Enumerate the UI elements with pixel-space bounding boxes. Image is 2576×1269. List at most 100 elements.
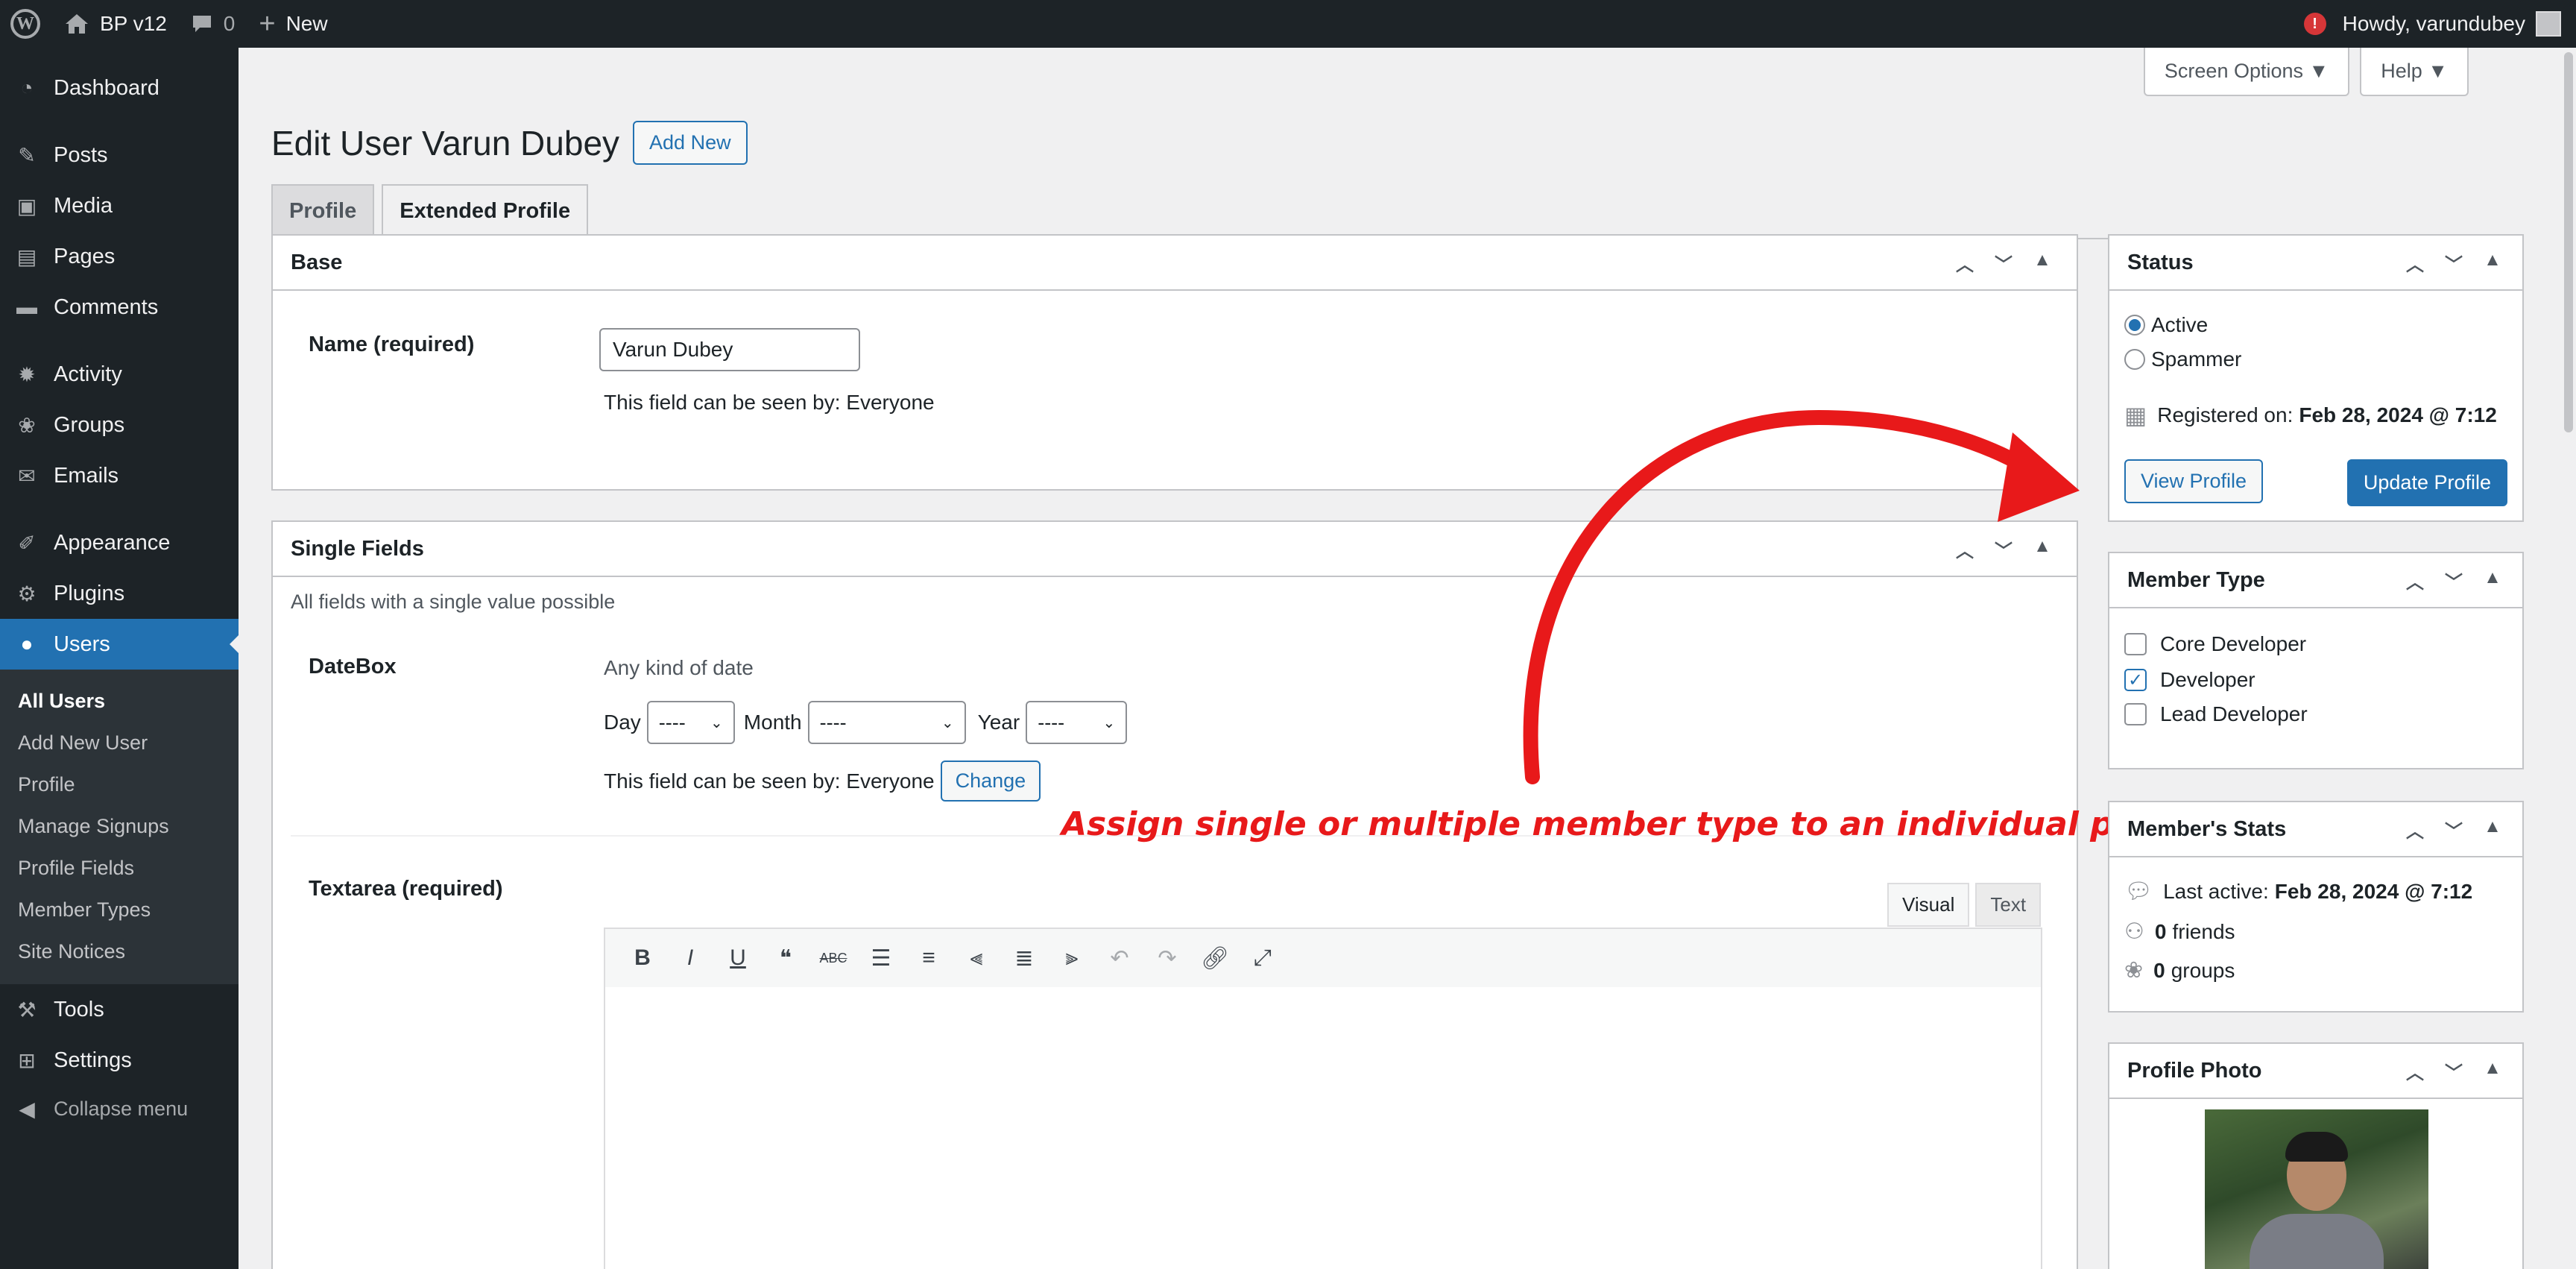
align-left-icon[interactable]: ⫷ <box>953 934 1000 982</box>
site-name: BP v12 <box>100 12 167 35</box>
move-down-icon[interactable]: ﹀ <box>2434 567 2473 593</box>
submenu-member-types[interactable]: Member Types <box>0 889 239 931</box>
menu-label: Activity <box>54 362 122 386</box>
update-profile-button[interactable]: Update Profile <box>2346 459 2507 506</box>
tab-text[interactable]: Text <box>1975 883 2042 927</box>
undo-icon[interactable]: ↶ <box>1096 934 1143 982</box>
menu-posts[interactable]: ✎ Posts <box>0 130 239 180</box>
strikethrough-icon[interactable]: ABC <box>809 934 857 982</box>
member-stats-postbox: Member's Stats ︿ ﹀ ▲ 💬︎ Last active: Feb 2… <box>2108 801 2524 1013</box>
textarea-editor[interactable] <box>604 987 2042 1269</box>
view-profile-button[interactable]: View Profile <box>2124 459 2264 503</box>
fullscreen-icon[interactable]: ⤢ <box>1239 934 1287 982</box>
link-icon[interactable]: 🔗︎ <box>1191 934 1239 982</box>
italic-icon[interactable]: I <box>666 934 714 982</box>
profile-tabs: Profile Extended Profile <box>271 184 2522 239</box>
menu-comments[interactable]: ▬ Comments <box>0 282 239 333</box>
menu-label: Comments <box>54 295 159 319</box>
move-down-icon[interactable]: ﹀ <box>2434 816 2473 843</box>
submenu-all-users[interactable]: All Users <box>0 680 239 722</box>
menu-dashboard[interactable]: ◔ Dashboard <box>0 63 239 113</box>
numbered-list-icon[interactable]: ≡ <box>905 934 953 982</box>
spammer-radio[interactable] <box>2124 349 2145 370</box>
move-up-icon[interactable]: ︿ <box>2396 816 2434 843</box>
move-down-icon[interactable]: ﹀ <box>2434 1058 2473 1084</box>
site-name-link[interactable]: BP v12 <box>52 0 179 48</box>
comment-icon: ▬ <box>16 295 37 318</box>
year-select[interactable]: ---- ⌄ <box>1026 701 1128 744</box>
new-content-link[interactable]: + New <box>247 0 339 48</box>
toggle-panel-icon[interactable]: ▲ <box>2473 1058 2512 1084</box>
profile-photo-postbox: Profile Photo ︿ ﹀ ▲ <box>2108 1042 2524 1269</box>
spammer-label: Spammer <box>2151 347 2242 371</box>
submenu-profile-fields[interactable]: Profile Fields <box>0 847 239 889</box>
bold-icon[interactable]: B <box>619 934 666 982</box>
move-up-icon[interactable]: ︿ <box>2396 567 2434 593</box>
move-up-icon[interactable]: ︿ <box>2396 250 2434 276</box>
member-type-option[interactable]: Core Developer <box>2124 632 2306 656</box>
member-type-option[interactable]: ✓ Developer <box>2124 668 2255 692</box>
status-active-option[interactable]: Active <box>2124 313 2208 337</box>
toggle-panel-icon[interactable]: ▲ <box>2473 567 2512 593</box>
move-down-icon[interactable]: ﹀ <box>2434 250 2473 276</box>
toggle-panel-icon[interactable]: ▲ <box>2473 816 2512 843</box>
active-radio[interactable] <box>2124 315 2145 336</box>
datebox-label: DateBox <box>309 655 397 678</box>
screen-options-button[interactable]: Screen Options ▼ <box>2143 48 2350 96</box>
menu-tools[interactable]: ⚒ Tools <box>0 984 239 1035</box>
submenu-manage-signups[interactable]: Manage Signups <box>0 805 239 847</box>
new-label: New <box>285 12 328 35</box>
annotation-text: Assign single or multiple member type to… <box>1061 805 2224 843</box>
datebox-description: Any kind of date <box>604 656 754 679</box>
submenu-profile[interactable]: Profile <box>0 763 239 805</box>
align-center-icon[interactable]: ≣ <box>1000 934 1048 982</box>
day-select[interactable]: ---- ⌄ <box>646 701 735 744</box>
menu-settings[interactable]: ⊞ Settings <box>0 1035 239 1086</box>
change-visibility-button[interactable]: Change <box>940 761 1041 802</box>
scrollbar-thumb[interactable] <box>2564 52 2573 432</box>
menu-activity[interactable]: ✹ Activity <box>0 349 239 400</box>
calendar-icon: ▦ <box>2124 402 2147 429</box>
submenu-site-notices[interactable]: Site Notices <box>0 931 239 972</box>
menu-appearance[interactable]: ✐ Appearance <box>0 517 239 568</box>
help-button[interactable]: Help ▼ <box>2360 48 2469 96</box>
menu-plugins[interactable]: ⚙ Plugins <box>0 568 239 619</box>
bullet-list-icon[interactable]: ☰ <box>857 934 905 982</box>
redo-icon[interactable]: ↷ <box>1143 934 1191 982</box>
menu-emails[interactable]: ✉ Emails <box>0 450 239 501</box>
scrollbar[interactable] <box>2561 48 2576 1269</box>
tab-profile[interactable]: Profile <box>271 184 375 238</box>
blockquote-icon[interactable]: ❝ <box>762 934 809 982</box>
menu-groups[interactable]: ❀ Groups <box>0 400 239 450</box>
user-icon: ● <box>20 632 34 655</box>
month-select[interactable]: ---- ⌄ <box>807 701 966 744</box>
underline-icon[interactable]: U <box>714 934 762 982</box>
postbox-header: Profile Photo ︿ ﹀ ▲ <box>2109 1044 2522 1099</box>
tab-visual[interactable]: Visual <box>1887 883 1970 927</box>
avatar[interactable] <box>2536 11 2561 37</box>
name-field[interactable]: Varun Dubey <box>599 328 860 371</box>
wordpress-logo[interactable]: W <box>0 0 52 48</box>
checkbox-checked[interactable]: ✓ <box>2124 669 2147 691</box>
status-spammer-option[interactable]: Spammer <box>2124 347 2241 371</box>
menu-media[interactable]: ▣ Media <box>0 180 239 231</box>
menu-pages[interactable]: ▤ Pages <box>0 231 239 282</box>
menu-label: Users <box>54 632 110 656</box>
month-label: Month <box>743 711 802 734</box>
collapse-menu[interactable]: ◀ Collapse menu <box>0 1086 239 1132</box>
move-up-icon[interactable]: ︿ <box>2396 1058 2434 1084</box>
postbox-header: Member's Stats ︿ ﹀ ▲ <box>2109 802 2522 857</box>
tab-extended-profile[interactable]: Extended Profile <box>382 184 589 239</box>
comments-link[interactable]: 0 <box>179 0 247 48</box>
submenu-add-new-user[interactable]: Add New User <box>0 722 239 763</box>
add-new-button[interactable]: Add New <box>633 121 748 165</box>
toggle-panel-icon[interactable]: ▲ <box>2473 250 2512 276</box>
screen-meta-links: Screen Options ▼ Help ▼ <box>2133 48 2469 96</box>
checkbox[interactable] <box>2124 633 2147 655</box>
alert-icon[interactable]: ! <box>2303 13 2326 35</box>
howdy-user[interactable]: Howdy, varundubey <box>2343 12 2525 36</box>
member-type-option[interactable]: Lead Developer <box>2124 702 2308 726</box>
align-right-icon[interactable]: ⫸ <box>1048 934 1096 982</box>
checkbox[interactable] <box>2124 703 2147 725</box>
menu-users[interactable]: ● Users <box>0 619 239 670</box>
